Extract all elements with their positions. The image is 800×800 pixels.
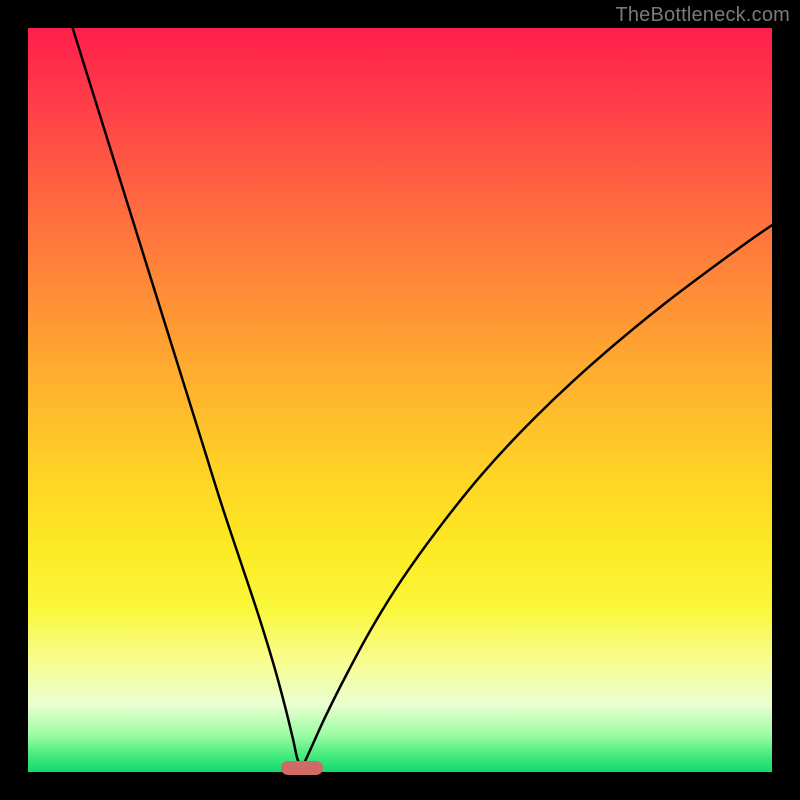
watermark-text: TheBottleneck.com xyxy=(615,4,790,27)
plot-area xyxy=(28,28,772,772)
minimum-marker xyxy=(281,761,323,775)
chart-frame: TheBottleneck.com xyxy=(0,0,800,800)
curve-right-branch xyxy=(302,225,772,768)
curve-svg xyxy=(28,28,772,772)
curve-left-branch xyxy=(73,28,302,768)
